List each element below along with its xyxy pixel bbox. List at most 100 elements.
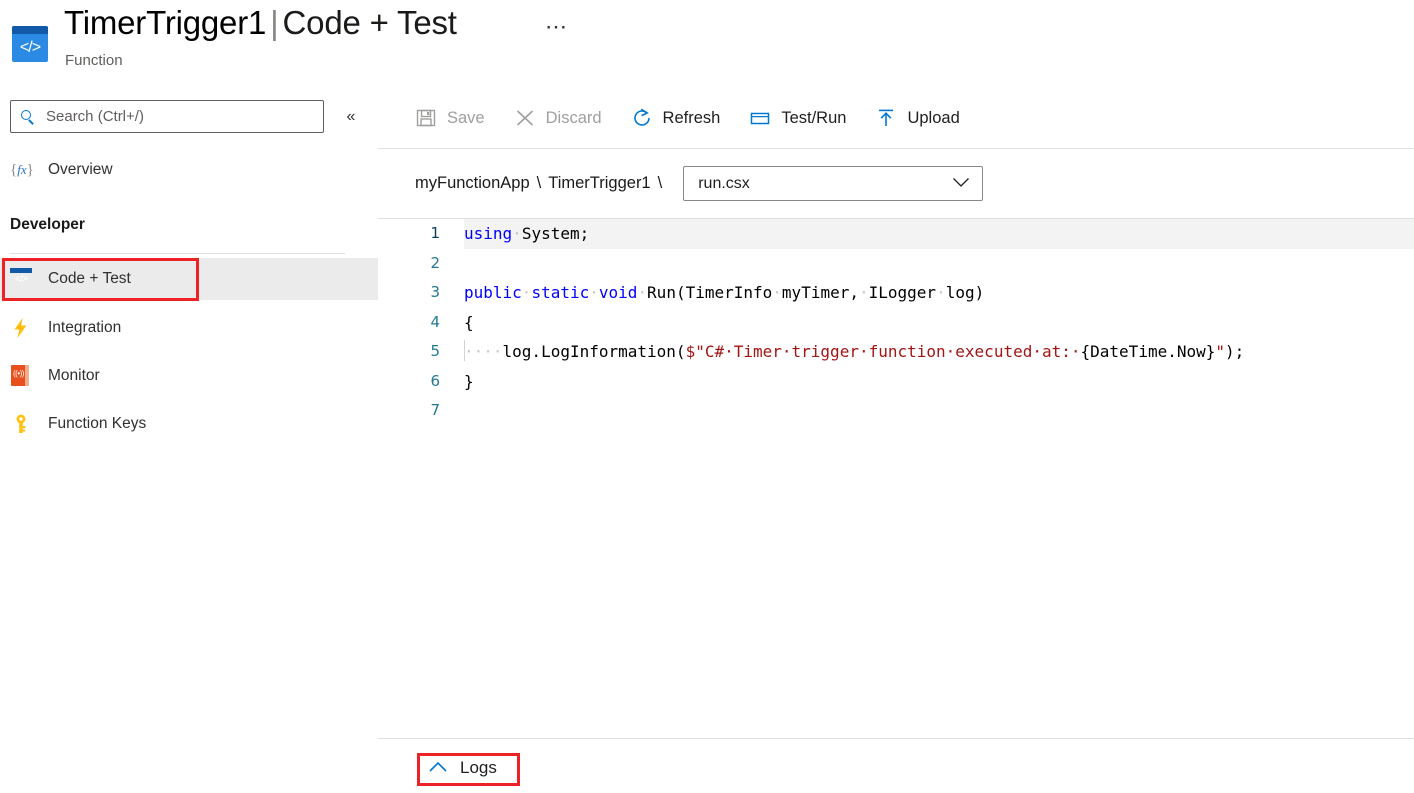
page-header: </> TimerTrigger1|Code + Test ⋯ Function [0, 0, 1414, 88]
code-line[interactable]: 5 ····log.LogInformation($"C#·Timer·trigg… [378, 337, 1414, 367]
resource-menu-sidebar: « {fx} Overview Developer </> Code + Tes… [0, 88, 378, 793]
code-line[interactable]: 2 [378, 249, 1414, 279]
logs-bar: Logs [378, 739, 1414, 793]
line-number: 6 [378, 367, 440, 397]
code-brackets-tile-icon: </> [12, 26, 48, 62]
page-title: TimerTrigger1|Code + Test [64, 4, 457, 42]
sidebar-item-label: Function Keys [48, 415, 146, 433]
code-token: · [859, 283, 869, 302]
sidebar-search-wrap [10, 100, 324, 133]
code-token: · [772, 283, 782, 302]
page-title-resource: TimerTrigger1 [64, 4, 266, 41]
code-token: myTimer, [782, 283, 859, 302]
tile-code-glyph: </> [12, 33, 48, 62]
active-line-highlight [464, 219, 1414, 249]
code-line[interactable]: 3public·static·void·Run(TimerInfo·myTime… [378, 278, 1414, 308]
breadcrumb-separator: \ [530, 174, 549, 193]
code-token: void [599, 283, 638, 302]
code-token: ); [1225, 342, 1244, 361]
main-content-panel: Save Discard Refresh [378, 88, 1414, 793]
search-box[interactable] [10, 100, 324, 133]
sidebar-item-overview[interactable]: {fx} Overview [0, 149, 378, 191]
sidebar-item-label: Monitor [48, 367, 100, 385]
code-token: System; [522, 224, 589, 243]
line-number: 3 [378, 278, 440, 308]
breadcrumb-function-name[interactable]: TimerTrigger1 [548, 174, 650, 193]
search-icon [19, 108, 37, 126]
code-token: · [637, 283, 647, 302]
upload-button[interactable]: Upload [874, 98, 959, 138]
upload-arrow-icon [874, 106, 898, 130]
save-button-label: Save [447, 109, 485, 128]
refresh-button-label: Refresh [663, 109, 721, 128]
code-token: log) [946, 283, 985, 302]
code-token: static [531, 283, 589, 302]
collapse-menu-icon[interactable]: « [338, 104, 364, 130]
close-x-icon [513, 106, 537, 130]
sidebar-item-integration[interactable]: Integration [0, 307, 378, 349]
code-token: log.LogInformation( [503, 342, 686, 361]
refresh-circular-arrow-icon [630, 106, 654, 130]
logs-toggle-button[interactable]: Logs [420, 751, 507, 784]
sidebar-item-code-test[interactable]: </> Code + Test [0, 258, 378, 300]
refresh-button[interactable]: Refresh [630, 98, 721, 138]
code-brackets-icon: </> [10, 268, 32, 290]
azure-portal-function-code-test-screen: </> TimerTrigger1|Code + Test ⋯ Function… [0, 0, 1414, 793]
code-token: } [464, 372, 474, 391]
line-number: 5 [378, 337, 440, 367]
page-subtitle: Function [65, 52, 123, 69]
test-run-window-icon [748, 106, 772, 130]
line-number: 7 [378, 396, 440, 426]
code-line-text: { [464, 308, 474, 338]
code-token: · [512, 224, 522, 243]
code-token: { [464, 313, 474, 332]
code-token: $"C#·Timer·trigger·function·executed·at:… [686, 342, 1081, 361]
test-run-button-label: Test/Run [781, 109, 846, 128]
sidebar-item-label: Overview [48, 161, 113, 179]
file-select-dropdown[interactable]: run.csx [683, 166, 983, 201]
breadcrumb: myFunctionApp \ TimerTrigger1 \ run.csx [378, 149, 1414, 218]
fx-function-icon: {fx} [10, 159, 32, 181]
code-line-text: } [464, 367, 474, 397]
code-line-text: using·System; [464, 219, 589, 249]
discard-button[interactable]: Discard [513, 98, 602, 138]
monitor-book-icon: ((•)) [10, 365, 32, 387]
sidebar-item-label: Code + Test [48, 270, 131, 288]
file-select-value: run.csx [698, 175, 750, 193]
command-toolbar: Save Discard Refresh [378, 88, 1414, 148]
line-number: 4 [378, 308, 440, 338]
sidebar-group-divider [10, 253, 345, 254]
sidebar-item-monitor[interactable]: ((•)) Monitor [0, 355, 378, 397]
code-line[interactable]: 7 [378, 396, 1414, 426]
code-token: · [522, 283, 532, 302]
sidebar-item-function-keys[interactable]: Function Keys [0, 403, 378, 445]
sidebar-item-label: Integration [48, 319, 121, 337]
more-options-ellipsis-icon[interactable]: ⋯ [541, 12, 573, 42]
discard-button-label: Discard [546, 109, 602, 128]
save-button[interactable]: Save [414, 98, 485, 138]
logs-button-label: Logs [460, 758, 497, 778]
chevron-down-icon [952, 177, 970, 190]
key-icon [10, 413, 32, 435]
code-line[interactable]: 4{ [378, 308, 1414, 338]
breadcrumb-app-name[interactable]: myFunctionApp [415, 174, 530, 193]
save-disk-icon [414, 106, 438, 130]
code-token: Run(TimerInfo [647, 283, 772, 302]
line-number: 1 [378, 219, 440, 249]
code-editor[interactable]: 1using·System;23public·static·void·Run(T… [378, 219, 1414, 738]
test-run-button[interactable]: Test/Run [748, 98, 846, 138]
code-line-text: ····log.LogInformation($"C#·Timer·trigge… [464, 337, 1244, 367]
code-token: public [464, 283, 522, 302]
lightning-bolt-icon [10, 317, 32, 339]
code-token: {DateTime.Now} [1081, 342, 1216, 361]
upload-button-label: Upload [907, 109, 959, 128]
page-title-section: Code + Test [283, 4, 457, 41]
code-token: ILogger [869, 283, 936, 302]
code-token: · [589, 283, 599, 302]
code-line[interactable]: 6} [378, 367, 1414, 397]
search-input[interactable] [44, 107, 315, 126]
line-number: 2 [378, 249, 440, 279]
code-token: " [1215, 342, 1225, 361]
code-token: ···· [464, 342, 503, 361]
code-line[interactable]: 1 using·System; [378, 219, 1414, 249]
